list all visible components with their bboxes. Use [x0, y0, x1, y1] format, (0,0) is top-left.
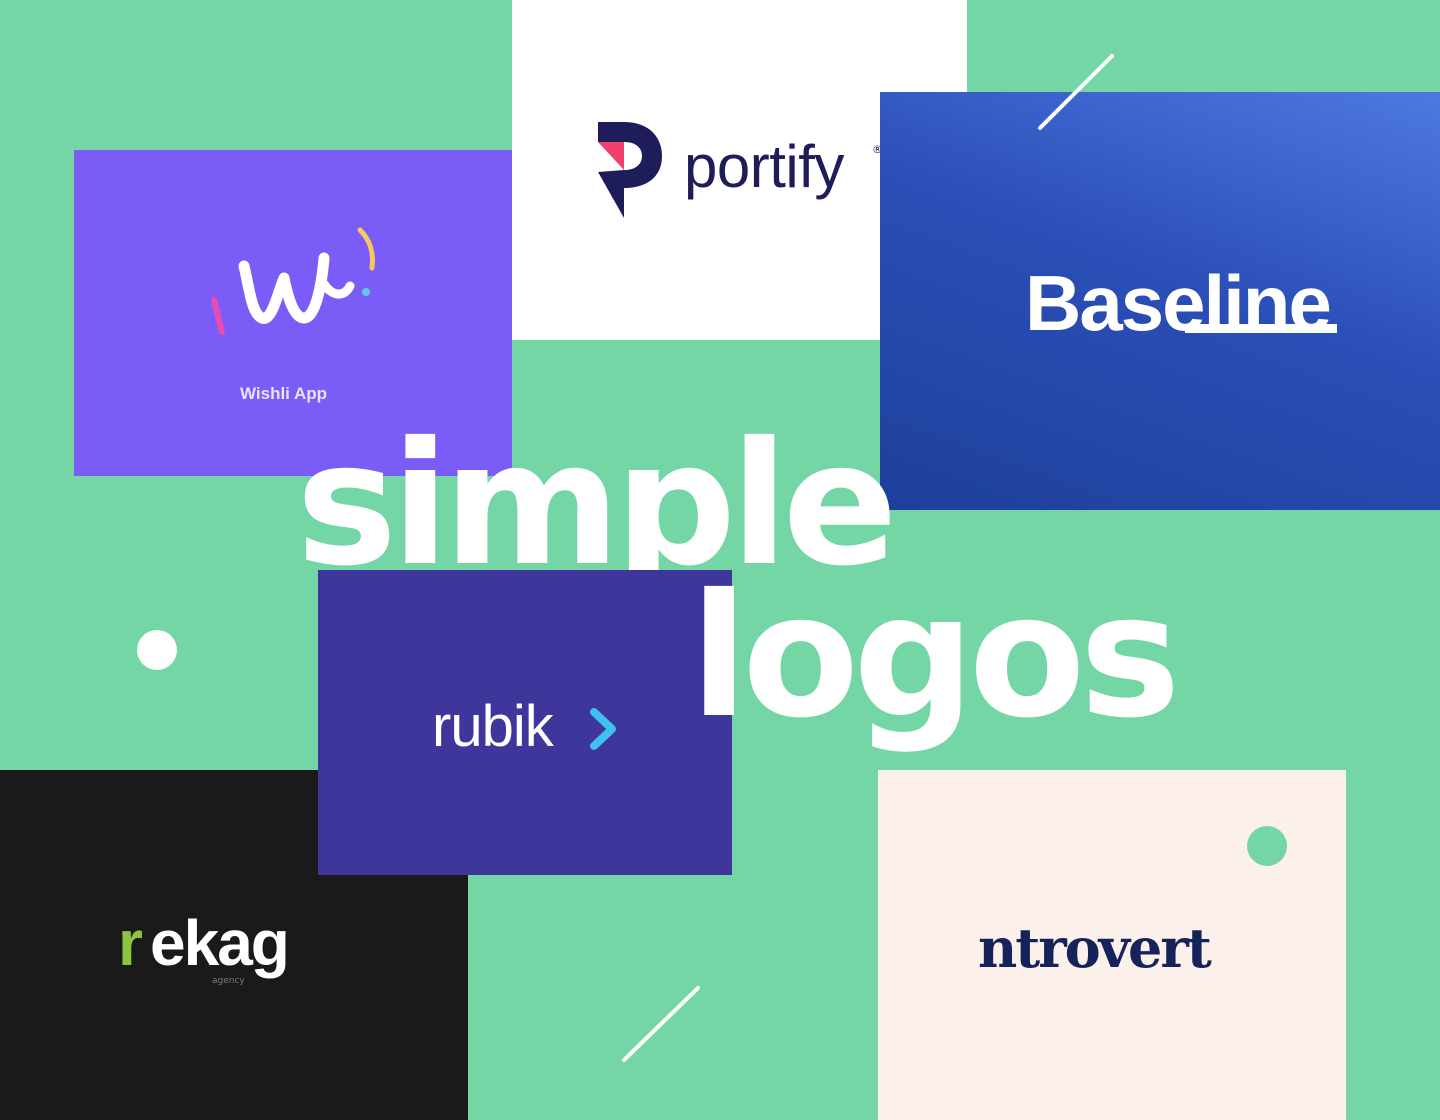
- decorative-slash: [1038, 54, 1114, 130]
- chevron-right-icon: [590, 708, 616, 750]
- rubik-wordmark: rubik: [432, 694, 554, 759]
- baseline-underline-mark: [1185, 324, 1337, 333]
- rekag-subtitle: agency: [212, 976, 245, 986]
- decorative-slash: [622, 986, 700, 1062]
- wishli-app-name: Wishli App: [240, 384, 328, 403]
- wishli-logo-icon: [211, 227, 375, 335]
- baseline-wordmark: Baseline: [1025, 259, 1332, 347]
- portify-wordmark: portify: [684, 133, 844, 200]
- rekag-wordmark: ekag: [150, 907, 290, 979]
- decorative-dot: [137, 630, 177, 670]
- headline-line-2: logos: [690, 558, 1181, 756]
- rekag-wordmark-initial: r: [118, 907, 143, 979]
- decorative-dot: [1247, 826, 1287, 866]
- portify-logo-icon: [598, 122, 662, 218]
- logo-collage: Wishli App portify ® Baseline r ekag age…: [0, 0, 1440, 1120]
- introvert-wordmark: ntrovert: [978, 916, 1212, 980]
